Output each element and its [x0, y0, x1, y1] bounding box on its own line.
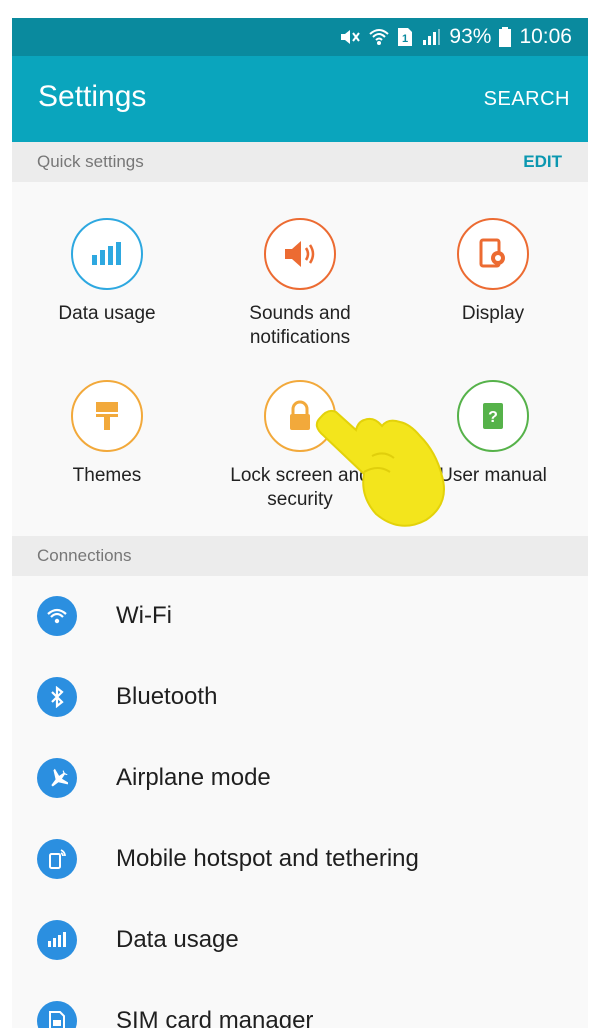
quick-settings-title: Quick settings [37, 152, 144, 171]
lock-icon [264, 380, 336, 452]
quick-setting-label: Lock screen and security [230, 465, 370, 510]
list-item-sim-card-manager[interactable]: SIM card manager [12, 981, 588, 1028]
app-bar: Settings SEARCH [12, 56, 588, 142]
list-item-airplane-mode[interactable]: Airplane mode [12, 738, 588, 819]
data-usage-icon [71, 218, 143, 290]
quick-settings-grid: Data usage Sounds and notifications Disp… [12, 182, 588, 536]
bluetooth-icon [37, 677, 77, 717]
wifi-icon [369, 28, 390, 46]
list-item-label: Mobile hotspot and tethering [116, 845, 419, 872]
svg-text:?: ? [488, 409, 498, 426]
sim-icon: 1 [397, 27, 413, 47]
list-item-label: Wi-Fi [116, 602, 172, 629]
battery-percent: 93% [449, 25, 492, 48]
sim-card-icon [37, 1001, 77, 1028]
page-title: Settings [38, 80, 147, 113]
clock: 10:06 [519, 25, 572, 48]
connections-title: Connections [37, 546, 132, 565]
quick-setting-label: Sounds and notifications [249, 303, 351, 348]
wifi-icon [37, 596, 77, 636]
edit-button[interactable]: EDIT [523, 142, 562, 182]
status-bar: 1 93% 10:06 [12, 18, 588, 56]
paint-roller-icon [71, 380, 143, 452]
connections-header: Connections [12, 536, 588, 576]
list-item-label: Data usage [116, 926, 239, 953]
mute-icon [339, 28, 361, 46]
quick-setting-user-manual[interactable]: ? User manual [398, 380, 588, 488]
speaker-icon [264, 218, 336, 290]
airplane-icon [37, 758, 77, 798]
quick-settings-header: Quick settings EDIT [12, 142, 588, 182]
list-item-mobile-hotspot[interactable]: Mobile hotspot and tethering [12, 819, 588, 900]
search-button[interactable]: SEARCH [484, 88, 570, 111]
quick-setting-sounds[interactable]: Sounds and notifications [205, 218, 395, 350]
user-manual-icon: ? [457, 380, 529, 452]
quick-setting-lock-screen[interactable]: Lock screen and security [205, 380, 395, 512]
data-usage-icon [37, 920, 77, 960]
list-item-label: Bluetooth [116, 683, 218, 710]
settings-screen: 1 93% 10:06 Settings SEARCH Quick settin… [12, 18, 588, 1028]
battery-icon [499, 27, 512, 47]
quick-setting-label: User manual [439, 465, 547, 486]
quick-setting-label: Data usage [58, 303, 156, 324]
signal-icon [421, 28, 441, 46]
quick-setting-display[interactable]: Display [398, 218, 588, 326]
list-item-label: SIM card manager [116, 1007, 314, 1028]
quick-setting-themes[interactable]: Themes [12, 380, 202, 488]
svg-text:1: 1 [402, 33, 408, 45]
quick-setting-label: Display [461, 303, 525, 324]
list-item-data-usage[interactable]: Data usage [12, 900, 588, 981]
list-item-label: Airplane mode [116, 764, 271, 791]
hotspot-icon [37, 839, 77, 879]
quick-setting-data-usage[interactable]: Data usage [12, 218, 202, 326]
list-item-bluetooth[interactable]: Bluetooth [12, 657, 588, 738]
display-icon [457, 218, 529, 290]
list-item-wifi[interactable]: Wi-Fi [12, 576, 588, 657]
quick-setting-label: Themes [72, 465, 142, 486]
